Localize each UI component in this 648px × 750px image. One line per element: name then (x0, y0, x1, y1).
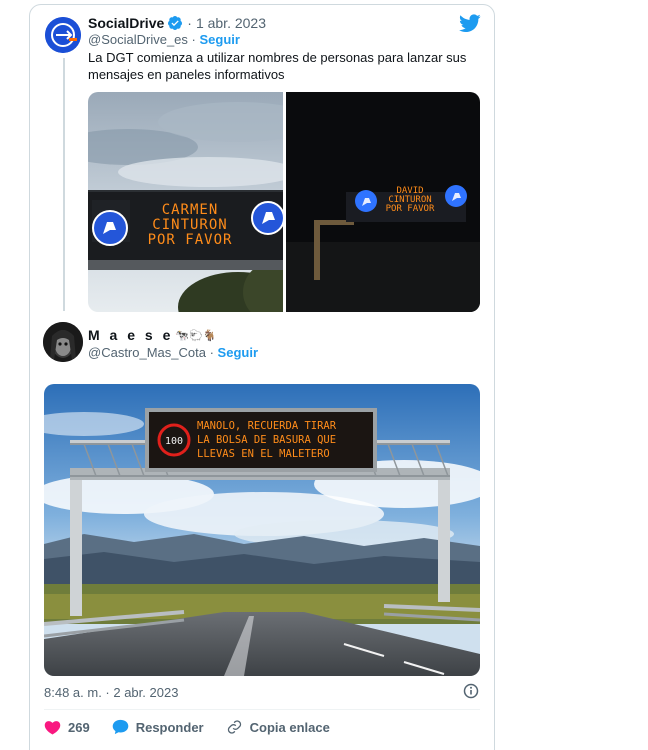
info-icon[interactable] (463, 683, 479, 699)
speed-limit-value: 100 (165, 436, 183, 447)
heart-icon (44, 721, 61, 735)
sign-line: CINTURON (152, 217, 227, 233)
follow-button[interactable]: Seguir (218, 345, 258, 360)
link-icon (227, 720, 241, 734)
divider (44, 709, 480, 710)
photo-highway-sign[interactable]: 100 MANOLO, RECUERDA TIRAR LA BOLSA DE B… (44, 384, 480, 676)
handle-row: @Castro_Mas_Cota · Seguir (88, 345, 258, 360)
media-grid[interactable]: CARMEN CINTURON POR FAVOR DAVID CINTURON… (88, 92, 480, 312)
twitter-bird-icon[interactable] (459, 14, 481, 33)
reply-button[interactable]: Responder (112, 719, 204, 735)
sign-line: LLEVAS EN EL MALETERO (197, 448, 330, 460)
sign-line: CARMEN (162, 202, 219, 218)
like-button[interactable]: 269 (44, 719, 90, 735)
speech-bubble-icon (112, 719, 128, 735)
photo-sign-david[interactable]: DAVID CINTURON POR FAVOR (285, 92, 480, 312)
follow-button[interactable]: Seguir (199, 32, 239, 47)
author-name[interactable]: SocialDrive (88, 15, 164, 31)
avatar[interactable] (45, 17, 81, 53)
verified-badge-icon (168, 16, 183, 30)
author-emojis: 🐄🐑🐐 (175, 329, 217, 342)
copy-link-button[interactable]: Copia enlace (226, 719, 330, 735)
avatar[interactable] (43, 322, 83, 362)
tweet-date[interactable]: 1 abr. 2023 (196, 15, 266, 31)
sign-line: POR FAVOR (148, 232, 233, 248)
author-handle[interactable]: @SocialDrive_es (88, 32, 188, 47)
handle-row: @SocialDrive_es · Seguir (88, 32, 240, 47)
tweet-header: M a e s e 🐄🐑🐐 (88, 327, 216, 343)
tweet-timestamp[interactable]: 8:48 a. m. · 2 abr. 2023 (44, 685, 178, 700)
tweet-header: SocialDrive · 1 abr. 2023 (88, 14, 266, 32)
action-bar: 269 Responder Copia enlace (44, 718, 352, 736)
separator: · (187, 15, 192, 31)
copy-link-label: Copia enlace (249, 719, 330, 735)
sign-line: MANOLO, RECUERDA TIRAR (197, 420, 337, 432)
author-name[interactable]: M a e s e (88, 327, 173, 343)
likes-count: 269 (68, 719, 90, 735)
separator: · (209, 345, 218, 360)
sign-line: POR FAVOR (385, 204, 434, 214)
reply-label: Responder (135, 719, 204, 735)
tweet-text: La DGT comienza a utilizar nombres de pe… (88, 50, 467, 82)
author-handle[interactable]: @Castro_Mas_Cota (88, 345, 206, 360)
photo-sign-carmen[interactable]: CARMEN CINTURON POR FAVOR (88, 92, 283, 312)
thread-line (63, 58, 65, 311)
sign-line: LA BOLSA DE BASURA QUE (197, 434, 336, 446)
